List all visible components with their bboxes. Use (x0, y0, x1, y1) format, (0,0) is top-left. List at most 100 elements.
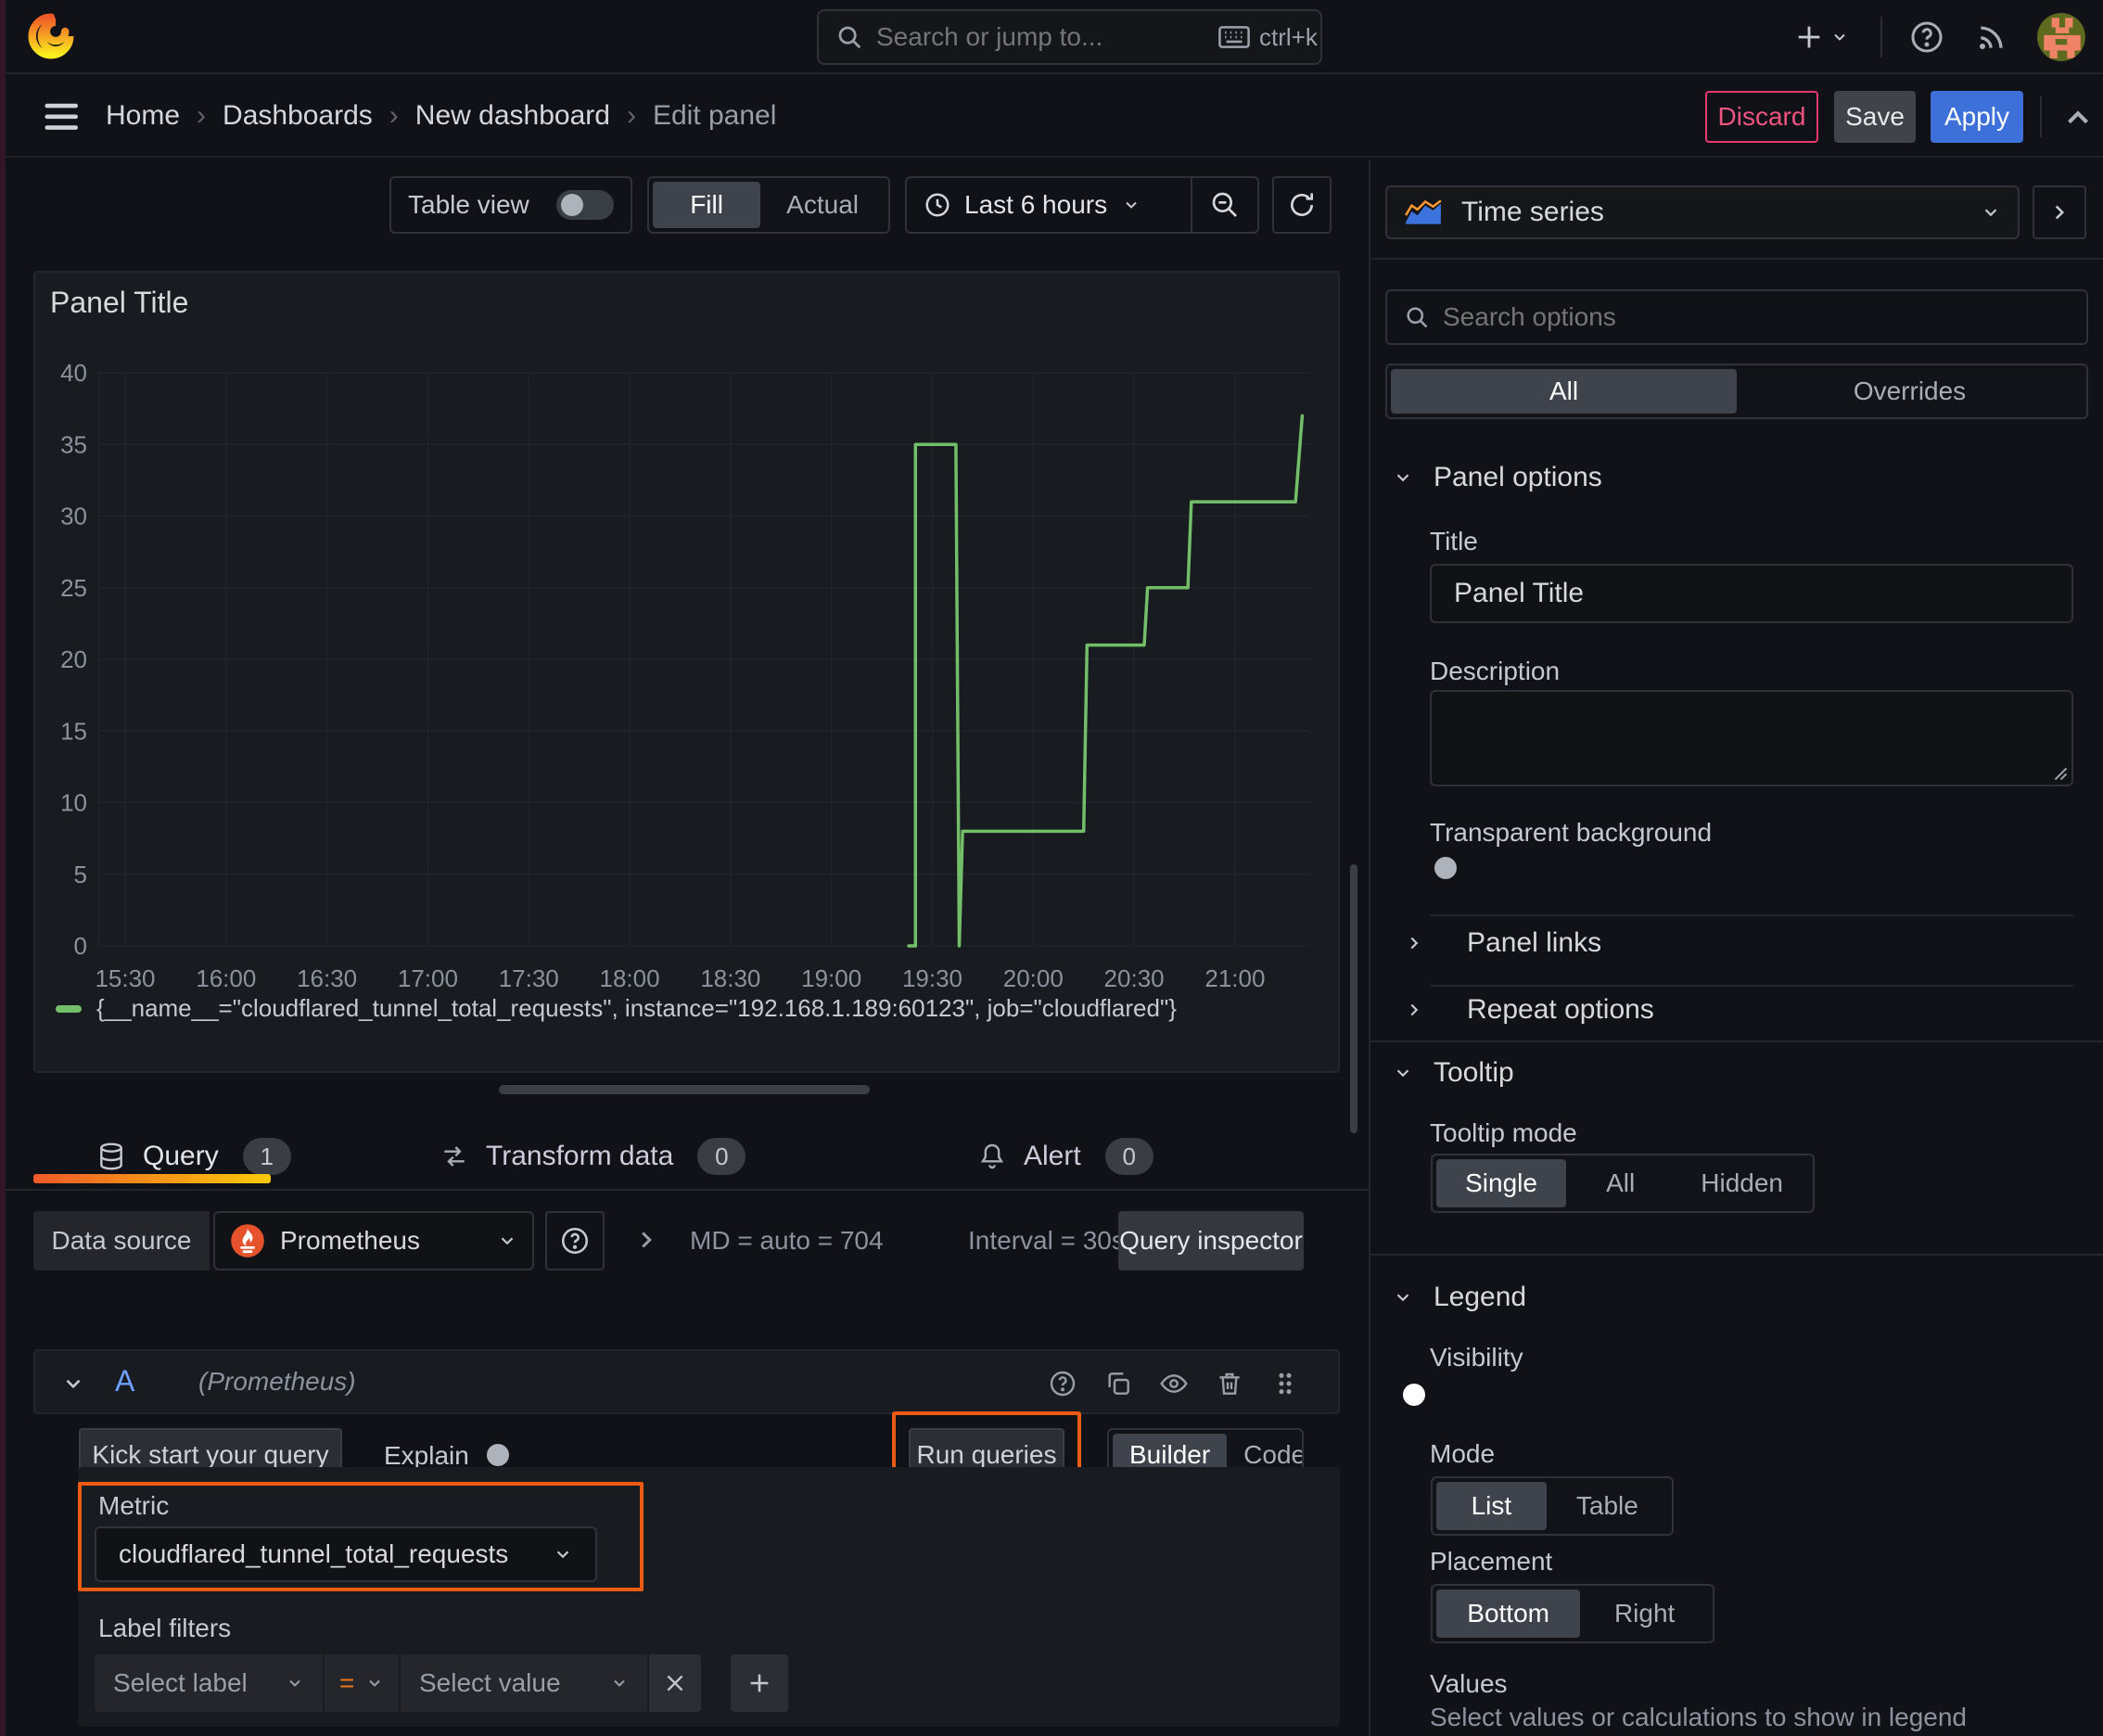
breadcrumb-separator: › (626, 100, 636, 131)
delete-query-icon[interactable] (1215, 1369, 1244, 1398)
breadcrumb: Home › Dashboards › New dashboard › Edit… (106, 76, 776, 156)
time-series-chart[interactable]: 0 5 10 15 20 25 30 35 40 15:30 16:00 16:30 17:00 17:3… (35, 273, 1338, 1015)
legend-series-label[interactable]: {__name__="cloudflared_tunnel_total_requ… (96, 994, 1177, 1023)
collapse-options-button[interactable] (2033, 185, 2086, 239)
panel-options-header[interactable]: Panel options (1393, 462, 1602, 493)
tooltip-all-option[interactable]: All (1566, 1159, 1675, 1207)
mode-table-option[interactable]: Table (1547, 1482, 1668, 1530)
refresh-button[interactable] (1272, 176, 1332, 234)
search-options-box[interactable] (1385, 289, 2088, 345)
tooltip-hidden-option[interactable]: Hidden (1675, 1159, 1809, 1207)
fill-option[interactable]: Fill (653, 182, 761, 228)
options-header-divider (1370, 258, 2103, 260)
visualization-picker[interactable]: Time series (1385, 185, 2020, 239)
description-textarea[interactable] (1430, 690, 2073, 786)
breadcrumb-new-dashboard[interactable]: New dashboard (415, 100, 610, 132)
query-help-icon[interactable] (1048, 1369, 1077, 1398)
search-box[interactable]: ctrl+k (817, 9, 1322, 65)
tooltip-mode-segmented: Single All Hidden (1431, 1154, 1815, 1213)
apply-button[interactable]: Apply (1931, 91, 2023, 143)
fill-actual-segmented: Fill Actual (647, 176, 890, 234)
time-range-picker: Last 6 hours (905, 176, 1259, 234)
datasource-help-button[interactable] (545, 1211, 605, 1270)
tooltip-section-header[interactable]: Tooltip (1393, 1057, 1514, 1089)
query-inspector-button[interactable]: Query inspector (1118, 1211, 1304, 1270)
breadcrumb-edit-panel: Edit panel (652, 100, 777, 131)
placement-bottom-option[interactable]: Bottom (1436, 1589, 1581, 1638)
svg-text:40: 40 (60, 359, 87, 387)
label-filter-name-select[interactable]: Select label (95, 1654, 323, 1712)
svg-text:20: 20 (60, 645, 87, 673)
table-view-toggle[interactable] (556, 190, 614, 220)
placement-right-option[interactable]: Right (1580, 1589, 1709, 1638)
tab-overrides[interactable]: Overrides (1737, 369, 2083, 414)
chart-legend: {__name__="cloudflared_tunnel_total_requ… (56, 994, 1177, 1023)
scrollbar-thumb[interactable] (1350, 864, 1357, 1133)
description-label: Description (1430, 657, 1561, 685)
clock-icon (924, 191, 951, 219)
add-menu-button[interactable] (1793, 17, 1849, 57)
query-row-header[interactable]: A (Prometheus) (33, 1349, 1340, 1414)
remove-label-filter-button[interactable] (649, 1654, 701, 1712)
divider (1430, 914, 2073, 916)
tab-alert-label: Alert (1024, 1141, 1081, 1171)
viz-type-label: Time series (1461, 197, 1604, 227)
breadcrumb-home[interactable]: Home (106, 100, 180, 132)
legend-values-label: Values (1430, 1669, 1508, 1698)
metric-label: Metric (98, 1491, 170, 1520)
add-label-filter-button[interactable] (731, 1654, 788, 1712)
menu-toggle-icon[interactable] (43, 102, 83, 132)
tab-query-label: Query (143, 1141, 219, 1171)
label-filter-value-select[interactable]: Select value (401, 1654, 647, 1712)
label-filter-operator-select[interactable]: = (325, 1654, 399, 1712)
chevron-down-icon (553, 1544, 573, 1564)
legend-mode-segmented: List Table (1431, 1476, 1674, 1536)
help-button[interactable] (1908, 19, 1945, 56)
chevron-down-icon (365, 1674, 384, 1692)
search-input[interactable] (876, 22, 1211, 52)
news-rss-button[interactable] (1973, 19, 2010, 56)
zoom-out-time-button[interactable] (1192, 178, 1257, 232)
search-icon (1404, 304, 1430, 330)
tab-alert[interactable]: Alert 0 (977, 1130, 1153, 1183)
actual-option[interactable]: Actual (760, 182, 885, 228)
grafana-logo-icon[interactable] (26, 11, 76, 61)
panel: Panel Title 0 5 10 15 20 25 30 35 40 15:30 16:00 16… (33, 271, 1340, 1073)
collapse-header-icon[interactable] (2060, 100, 2096, 135)
tab-transform-data[interactable]: Transform data 0 (440, 1130, 746, 1183)
toggle-visibility-icon[interactable] (1159, 1369, 1189, 1398)
expand-row-icon[interactable] (632, 1226, 660, 1254)
search-options-input[interactable] (1443, 302, 2070, 332)
options-pane-border (1369, 160, 1370, 1736)
time-range-button[interactable]: Last 6 hours (907, 178, 1191, 232)
tab-transform-count: 0 (697, 1138, 746, 1175)
tooltip-single-option[interactable]: Single (1436, 1159, 1567, 1207)
resize-drag-handle[interactable] (499, 1085, 870, 1094)
prometheus-icon (230, 1223, 265, 1258)
discard-button[interactable]: Discard (1705, 91, 1818, 143)
save-button[interactable]: Save (1834, 91, 1916, 143)
search-shortcut: ctrl+k (1259, 22, 1318, 51)
svg-text:16:30: 16:30 (297, 964, 357, 992)
avatar[interactable] (2036, 12, 2086, 62)
keyboard-icon (1218, 25, 1250, 49)
datasource-picker[interactable]: Prometheus (213, 1211, 534, 1270)
panel-title-input[interactable] (1430, 564, 2073, 623)
mode-list-option[interactable]: List (1436, 1482, 1547, 1530)
panel-links-section[interactable]: Panel links (1404, 927, 1601, 959)
repeat-options-section[interactable]: Repeat options (1404, 994, 1654, 1026)
duplicate-query-icon[interactable] (1103, 1369, 1133, 1398)
svg-text:0: 0 (74, 932, 87, 960)
legend-section-header[interactable]: Legend (1393, 1282, 1526, 1313)
breadcrumb-dashboards[interactable]: Dashboards (223, 100, 373, 132)
query-ref-id[interactable]: A (115, 1364, 134, 1398)
legend-series-swatch (56, 1004, 82, 1013)
svg-text:19:00: 19:00 (801, 964, 861, 992)
metric-select[interactable]: cloudflared_tunnel_total_requests (95, 1526, 597, 1582)
chevron-down-icon (1393, 1063, 1413, 1083)
drag-query-handle-icon[interactable] (1270, 1369, 1300, 1398)
collapse-query-icon[interactable] (61, 1372, 85, 1396)
tab-all[interactable]: All (1391, 369, 1737, 414)
chevron-down-icon (1981, 202, 2001, 223)
max-data-points-stat: MD = auto = 704 (690, 1226, 884, 1255)
